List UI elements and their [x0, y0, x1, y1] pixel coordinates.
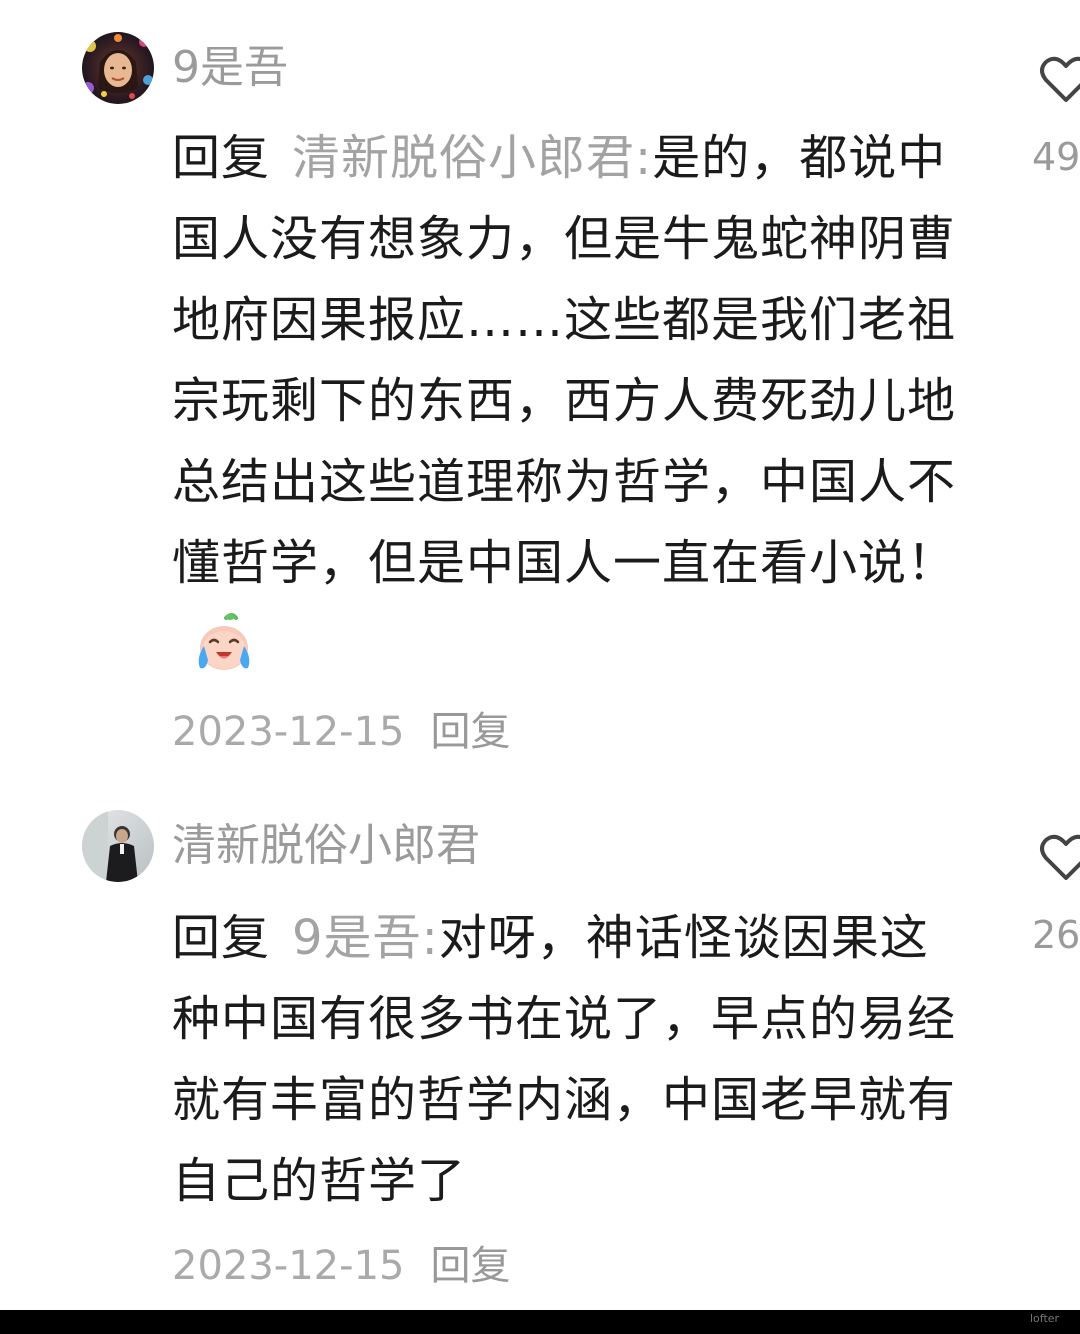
like-button[interactable] — [1036, 48, 1080, 112]
reply-target-user[interactable]: 9是吾 — [292, 910, 422, 966]
like-button[interactable] — [1036, 826, 1080, 890]
comment-date: 2023-12-15 — [172, 709, 405, 755]
comment-meta: 2023-12-15 回复 — [172, 702, 510, 762]
heart-outline-icon — [1036, 834, 1080, 890]
watermark: lofter — [1030, 1312, 1060, 1325]
comment-date: 2023-12-15 — [172, 1243, 405, 1289]
reply-button[interactable]: 回复 — [430, 709, 510, 755]
username[interactable]: 清新脱俗小郎君 — [172, 810, 480, 882]
reply-colon: : — [421, 910, 439, 966]
comment-screen: 9是吾 回复 清新脱俗小郎君:是的，都说中国人没有想象力，但是牛鬼蛇神阴曹地府因果… — [0, 0, 1080, 1334]
avatar[interactable] — [82, 810, 154, 882]
reply-target-user[interactable]: 清新脱俗小郎君 — [292, 130, 635, 186]
like-count: 26 — [1032, 913, 1080, 957]
reply-prefix: 回复 — [172, 130, 271, 186]
reply-prefix: 回复 — [172, 910, 271, 966]
reply-colon: : — [635, 130, 653, 186]
crying-laughing-emoji — [192, 610, 256, 674]
bottom-bar — [0, 1310, 1080, 1334]
like-count: 49 — [1032, 135, 1080, 179]
comment-body: 回复 9是吾:对呀，神话怪谈因果这种中国有很多书在说了，早点的易经就有丰富的哲学内… — [172, 898, 972, 1222]
comment-meta: 2023-12-15 回复 — [172, 1236, 510, 1296]
heart-outline-icon — [1036, 56, 1080, 112]
comment-text: 对呀，神话怪谈因果这种中国有很多书在说了，早点的易经就有丰富的哲学内涵，中国老早… — [172, 910, 957, 1209]
comment-text: 是的，都说中国人没有想象力，但是牛鬼蛇神阴曹地府因果报应……这些都是我们老祖宗玩… — [172, 130, 957, 591]
reply-button[interactable]: 回复 — [430, 1243, 510, 1289]
username[interactable]: 9是吾 — [172, 32, 288, 104]
comment-body: 回复 清新脱俗小郎君:是的，都说中国人没有想象力，但是牛鬼蛇神阴曹地府因果报应……… — [172, 118, 972, 685]
avatar[interactable] — [82, 32, 154, 104]
